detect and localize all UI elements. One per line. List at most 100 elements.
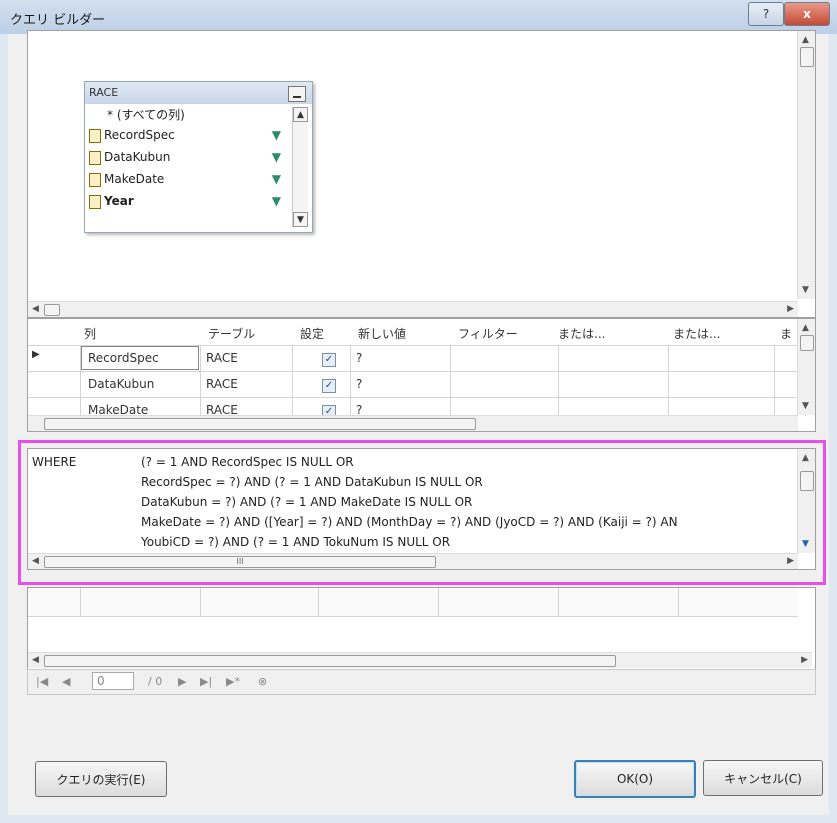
scroll-left-icon[interactable]: ◀ <box>32 304 39 314</box>
column-icon <box>89 172 101 187</box>
record-position-input[interactable]: 0 <box>92 672 134 690</box>
scroll-right-icon[interactable]: ▶ <box>787 556 794 566</box>
scroll-thumb[interactable] <box>44 418 476 430</box>
scroll-up-icon[interactable]: ▲ <box>293 107 308 122</box>
grid-cell-table[interactable]: RACE <box>206 351 238 365</box>
grid-divider <box>558 588 559 616</box>
dialog-title: クエリ ビルダー <box>10 13 106 28</box>
scroll-left-icon[interactable]: ◀ <box>32 655 39 665</box>
all-columns-item[interactable]: * (すべての列) <box>107 106 303 126</box>
scroll-left-icon[interactable]: ◀ <box>32 556 39 566</box>
table-box-race[interactable]: RACE * (すべての列) RecordSpec ▼ DataKubun ▼ Ma… <box>84 81 313 233</box>
column-label: MakeDate <box>104 172 165 186</box>
execute-query-button[interactable]: クエリの実行(E) <box>35 761 167 797</box>
scroll-up-icon[interactable]: ▲ <box>802 35 809 45</box>
next-record-icon[interactable]: ▶ <box>178 675 186 688</box>
stop-icon[interactable]: ⊗ <box>258 675 267 688</box>
cancel-button[interactable]: キャンセル(C) <box>703 760 823 796</box>
close-button[interactable]: x <box>784 2 830 26</box>
scroll-down-icon[interactable]: ▼ <box>802 539 809 549</box>
sql-pane[interactable]: WHERE (? = 1 AND RecordSpec IS NULL OR R… <box>27 448 816 570</box>
grid-divider <box>318 588 319 616</box>
column-item-makedate[interactable]: MakeDate ▼ <box>89 172 285 192</box>
grid-divider <box>200 345 201 425</box>
last-record-icon[interactable]: ▶| <box>200 675 212 688</box>
sql-line: YoubiCD = ?) AND (? = 1 AND TokuNum IS N… <box>141 535 451 549</box>
execute-query-label: クエリの実行(E) <box>56 772 146 787</box>
scroll-right-icon[interactable]: ▶ <box>787 304 794 314</box>
first-record-icon[interactable]: |◀ <box>36 675 48 688</box>
grid-divider <box>350 345 351 425</box>
column-item-year[interactable]: Year ▼ <box>89 194 285 214</box>
table-box-header[interactable]: RACE <box>85 82 312 104</box>
column-label: DataKubun <box>104 150 171 164</box>
grid-divider <box>450 345 451 425</box>
sql-line: MakeDate = ?) AND ([Year] = ?) AND (Mont… <box>141 515 678 529</box>
funnel-icon: ▼ <box>271 128 281 142</box>
current-row-indicator-icon: ▶ <box>32 349 40 360</box>
column-icon <box>89 150 101 165</box>
grid-header-or-2: または... <box>673 327 721 341</box>
diagram-hscroll[interactable]: ◀ ▶ <box>28 301 798 317</box>
scroll-right-icon[interactable]: ▶ <box>801 655 808 665</box>
results-hscroll[interactable]: ◀ ▶ <box>28 652 812 668</box>
sql-line: RecordSpec = ?) AND (? = 1 AND DataKubun… <box>141 475 483 489</box>
grid-divider <box>678 588 679 616</box>
scroll-thumb[interactable] <box>800 47 814 67</box>
grid-header-table: テーブル <box>208 327 256 341</box>
grid-vscroll[interactable]: ▲ ▼ <box>797 319 815 415</box>
scroll-down-icon[interactable]: ▼ <box>802 401 809 411</box>
scroll-up-icon[interactable]: ▲ <box>802 453 809 463</box>
grid-cell-new-value[interactable]: ? <box>356 351 362 365</box>
criteria-grid[interactable]: 列 テーブル 設定 新しい値 フィルター または... または... ま ▶ R… <box>27 318 816 432</box>
grid-header-column: 列 <box>84 327 97 341</box>
funnel-icon: ▼ <box>271 172 281 186</box>
cancel-label: キャンセル(C) <box>724 771 802 786</box>
grid-cell-table[interactable]: RACE <box>206 377 238 391</box>
grid-header-or-1: または... <box>558 327 606 341</box>
diagram-vscroll[interactable]: ▲ ▼ <box>797 31 815 299</box>
minimize-icon[interactable] <box>288 86 306 102</box>
scroll-thumb[interactable] <box>800 335 814 351</box>
grid-divider <box>774 345 775 425</box>
grid-divider <box>80 588 81 616</box>
record-navigator: |◀ ◀ 0 / 0 ▶ ▶| ▶* ⊗ <box>27 669 816 695</box>
ok-button[interactable]: OK(O) <box>574 760 696 798</box>
funnel-icon: ▼ <box>271 194 281 208</box>
scroll-down-icon[interactable]: ▼ <box>802 285 809 295</box>
grid-cell-new-value[interactable]: ? <box>356 377 362 391</box>
grid-cell-column[interactable]: DataKubun <box>88 377 154 391</box>
scroll-up-icon[interactable]: ▲ <box>802 323 809 333</box>
new-record-icon[interactable]: ▶* <box>226 675 240 688</box>
table-box-scrollbar[interactable]: ▲ ▼ <box>292 107 308 227</box>
column-label: Year <box>104 194 134 208</box>
column-label: RecordSpec <box>104 128 175 142</box>
grid-divider <box>28 371 798 372</box>
scroll-down-icon[interactable]: ▼ <box>293 212 308 227</box>
previous-record-icon[interactable]: ◀ <box>62 675 70 688</box>
grid-divider <box>438 588 439 616</box>
grid-header-set: 設定 <box>300 327 325 341</box>
diagram-pane[interactable]: RACE * (すべての列) RecordSpec ▼ DataKubun ▼ Ma… <box>27 30 816 318</box>
scroll-thumb[interactable] <box>44 304 60 316</box>
sql-keyword-where: WHERE <box>32 455 77 469</box>
column-item-recordspec[interactable]: RecordSpec ▼ <box>89 128 285 148</box>
grid-divider <box>292 345 293 425</box>
scroll-thumb[interactable] <box>44 655 616 667</box>
grid-hscroll[interactable] <box>28 415 798 431</box>
scroll-thumb[interactable] <box>800 471 814 491</box>
results-header-row <box>28 588 798 617</box>
sql-line: (? = 1 AND RecordSpec IS NULL OR <box>141 455 354 469</box>
column-item-datakubun[interactable]: DataKubun ▼ <box>89 150 285 170</box>
record-count: / 0 <box>148 675 163 688</box>
query-builder-dialog: クエリ ビルダー ? x RACE * (すべての列) RecordSpec ▼ … <box>0 0 837 823</box>
grid-cell-column[interactable]: RecordSpec <box>88 351 159 365</box>
output-checkbox[interactable]: ✓ <box>322 353 336 367</box>
help-icon: ? <box>762 7 770 21</box>
title-bar: クエリ ビルダー ? x <box>0 0 837 34</box>
help-button[interactable]: ? <box>748 2 784 26</box>
sql-vscroll[interactable]: ▲ ▼ <box>797 449 815 553</box>
scroll-thumb[interactable]: III <box>44 556 436 568</box>
output-checkbox[interactable]: ✓ <box>322 379 336 393</box>
sql-hscroll[interactable]: ◀ III ▶ <box>28 553 798 569</box>
